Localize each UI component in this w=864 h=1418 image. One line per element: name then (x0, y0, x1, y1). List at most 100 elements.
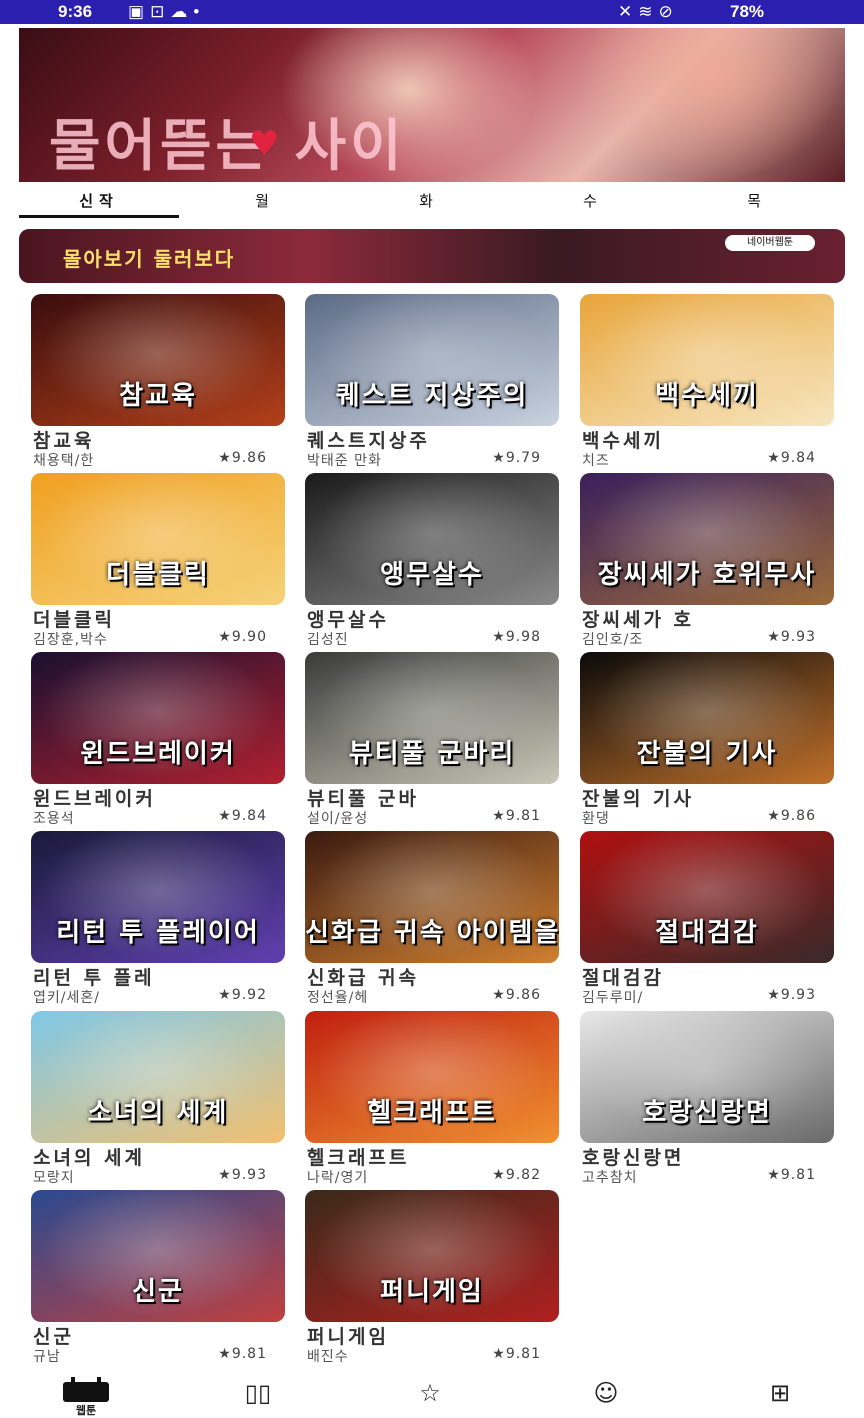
bottom-nav: 웹툰 ▯▯ ☆ ☺ ⊞ (0, 1376, 864, 1417)
comic-title[interactable]: 헬크래프트 (307, 1143, 557, 1170)
comic-author: 고추참치 (582, 1170, 638, 1186)
comic-author: 나락/영기 (307, 1170, 369, 1186)
comic-cover-text: 퍼니게임 (380, 1277, 484, 1307)
comic-title[interactable]: 장씨세가 호 (582, 605, 832, 632)
comic-card[interactable]: 리턴 투 플레이어 리턴 투 플레 엽키/세혼/ ★9.92 (31, 831, 285, 1006)
hero-art-glow-2 (579, 28, 845, 182)
comic-thumbnail[interactable]: 더블클릭 (31, 473, 285, 605)
comic-rating: ★9.92 (218, 987, 267, 1003)
nav-my[interactable]: ☺ (520, 1376, 692, 1417)
comic-cover-text: 신화급 귀속 아이템을 손에 넣었다 (305, 918, 559, 948)
comic-thumbnail[interactable]: 신군 (31, 1190, 285, 1322)
comic-cover-text: 소녀의 세계 (87, 1098, 229, 1128)
comic-card[interactable]: 퍼니게임 퍼니게임 배진수 ★9.81 (305, 1190, 559, 1365)
comic-card[interactable]: 참교육 참교육 채용택/한 ★9.86 (31, 294, 285, 469)
comic-card[interactable]: 장씨세가 호위무사 장씨세가 호 김인호/조 ★9.93 (580, 473, 834, 648)
ad-banner-text: 몰아보기 둘러보다 (63, 247, 236, 271)
comic-rating: ★9.86 (767, 808, 816, 824)
comic-cover-text: 뷰티풀 군바리 (348, 739, 516, 769)
comic-card[interactable]: 퀘스트 지상주의 퀘스트지상주 박태준 만화 ★9.79 (305, 294, 559, 469)
comic-title[interactable]: 신군 (33, 1322, 283, 1349)
heart-icon: ♥ (249, 124, 280, 164)
battery-level: 78% (730, 2, 765, 21)
comic-thumbnail[interactable]: 장씨세가 호위무사 (580, 473, 834, 605)
comic-card[interactable]: 더블클릭 더블클릭 김장훈,박수 ★9.90 (31, 473, 285, 648)
hero-banner[interactable]: 물어뜯는 사이 ♥ (19, 28, 845, 182)
nav-webtoon[interactable]: 웹툰 (0, 1376, 172, 1417)
comic-rating: ★9.81 (492, 808, 541, 824)
tab-new[interactable]: 신작 (19, 184, 179, 218)
comic-cover-text: 윈드브레이커 (80, 739, 236, 769)
comic-thumbnail[interactable]: 리턴 투 플레이어 (31, 831, 285, 963)
comic-card[interactable]: 신군 신군 규남 ★9.81 (31, 1190, 285, 1365)
tab-monday[interactable]: 월 (185, 184, 345, 218)
comic-rating: ★9.98 (492, 629, 541, 645)
comic-thumbnail[interactable]: 호랑신랑면 (580, 1011, 834, 1143)
ad-banner-badge: 네이버웹툰 (725, 235, 815, 251)
comic-title[interactable]: 리턴 투 플레 (33, 963, 283, 990)
nav-favorites[interactable]: ☆ (344, 1376, 516, 1417)
comic-title[interactable]: 절대검감 (582, 963, 832, 990)
tab-wednesday[interactable]: 수 (513, 184, 673, 218)
comic-card[interactable]: 잔불의 기사 잔불의 기사 환댕 ★9.86 (580, 652, 834, 827)
comic-rating: ★9.82 (492, 1167, 541, 1183)
status-time: 9:36 (58, 2, 93, 21)
comic-rating: ★9.81 (767, 1167, 816, 1183)
comic-author: 김인호/조 (582, 632, 644, 648)
comic-card[interactable]: 백수세끼 백수세끼 치즈 ★9.84 (580, 294, 834, 469)
comic-thumbnail[interactable]: 참교육 (31, 294, 285, 426)
comic-cover-text: 앵무살수 (380, 560, 484, 590)
comic-title[interactable]: 소녀의 세계 (33, 1143, 283, 1170)
comic-card[interactable]: 소녀의 세계 소녀의 세계 모랑지 ★9.93 (31, 1011, 285, 1186)
status-bar: 9:36 ▣⊡☁• ✕≋⊘ 78% (0, 0, 864, 24)
comic-title[interactable]: 퍼니게임 (307, 1322, 557, 1349)
comic-author: 정선율/헤 (307, 990, 369, 1006)
comic-title[interactable]: 신화급 귀속 (307, 963, 557, 990)
comic-thumbnail[interactable]: 앵무살수 (305, 473, 559, 605)
comic-cover-text: 더블클릭 (106, 560, 210, 590)
grid-icon: ⊞ (769, 1379, 791, 1407)
comic-title[interactable]: 앵무살수 (307, 605, 557, 632)
comic-title[interactable]: 잔불의 기사 (582, 784, 832, 811)
comic-thumbnail[interactable]: 백수세끼 (580, 294, 834, 426)
comic-cover-text: 장씨세가 호위무사 (597, 560, 817, 590)
comic-thumbnail[interactable]: 신화급 귀속 아이템을 손에 넣었다 (305, 831, 559, 963)
comic-card[interactable]: 앵무살수 앵무살수 김성진 ★9.98 (305, 473, 559, 648)
comic-card[interactable]: 신화급 귀속 아이템을 손에 넣었다신화급 귀속정선율/헤 ★9.86 (305, 831, 559, 1006)
comic-cover-text: 잔불의 기사 (636, 739, 778, 769)
comic-thumbnail[interactable]: 퀘스트 지상주의 (305, 294, 559, 426)
comic-card[interactable]: 호랑신랑면 호랑신랑면 고추참치 ★9.81 (580, 1011, 834, 1186)
comic-title[interactable]: 퀘스트지상주 (307, 426, 557, 453)
comic-thumbnail[interactable]: 잔불의 기사 (580, 652, 834, 784)
comic-title[interactable]: 참교육 (33, 426, 283, 453)
comic-card[interactable]: 윈드브레이커 윈드브레이커 조용석 ★9.84 (31, 652, 285, 827)
comic-author: 채용택/한 (33, 453, 95, 469)
comic-title[interactable]: 더블클릭 (33, 605, 283, 632)
comic-author: 조용석 (33, 811, 75, 827)
comic-card[interactable]: 뷰티풀 군바리 뷰티풀 군바 설이/윤성 ★9.81 (305, 652, 559, 827)
comic-thumbnail[interactable]: 소녀의 세계 (31, 1011, 285, 1143)
ad-banner[interactable]: 몰아보기 둘러보다 네이버웹툰 (19, 229, 845, 283)
comic-title[interactable]: 호랑신랑면 (582, 1143, 832, 1170)
comic-thumbnail[interactable]: 윈드브레이커 (31, 652, 285, 784)
star-icon: ☆ (419, 1379, 441, 1407)
nav-more[interactable]: ⊞ (694, 1376, 864, 1417)
comic-card[interactable]: 절대검감 절대검감 김두루미/★9.93 (580, 831, 834, 1006)
comic-thumbnail[interactable]: 뷰티풀 군바리 (305, 652, 559, 784)
comic-thumbnail[interactable]: 퍼니게임 (305, 1190, 559, 1322)
tab-tuesday[interactable]: 화 (349, 184, 509, 218)
comic-thumbnail[interactable]: 절대검감 (580, 831, 834, 963)
tab-thursday[interactable]: 목 (677, 184, 837, 218)
comic-thumbnail[interactable]: 헬크래프트 (305, 1011, 559, 1143)
comic-author: 환댕 (582, 811, 610, 827)
wifi-icon: ≋ (638, 2, 659, 21)
comic-title[interactable]: 뷰티풀 군바 (307, 784, 557, 811)
comic-title[interactable]: 윈드브레이커 (33, 784, 283, 811)
comic-title[interactable]: 백수세끼 (582, 426, 832, 453)
comic-cover-text: 퀘스트 지상주의 (335, 381, 529, 411)
nav-books[interactable]: ▯▯ (172, 1376, 344, 1417)
comic-card[interactable]: 헬크래프트 헬크래프트 나락/영기 ★9.82 (305, 1011, 559, 1186)
comic-cover-text: 백수세끼 (655, 381, 759, 411)
book-icon: ▯▯ (244, 1379, 272, 1407)
comic-rating: ★9.93 (767, 987, 816, 1003)
